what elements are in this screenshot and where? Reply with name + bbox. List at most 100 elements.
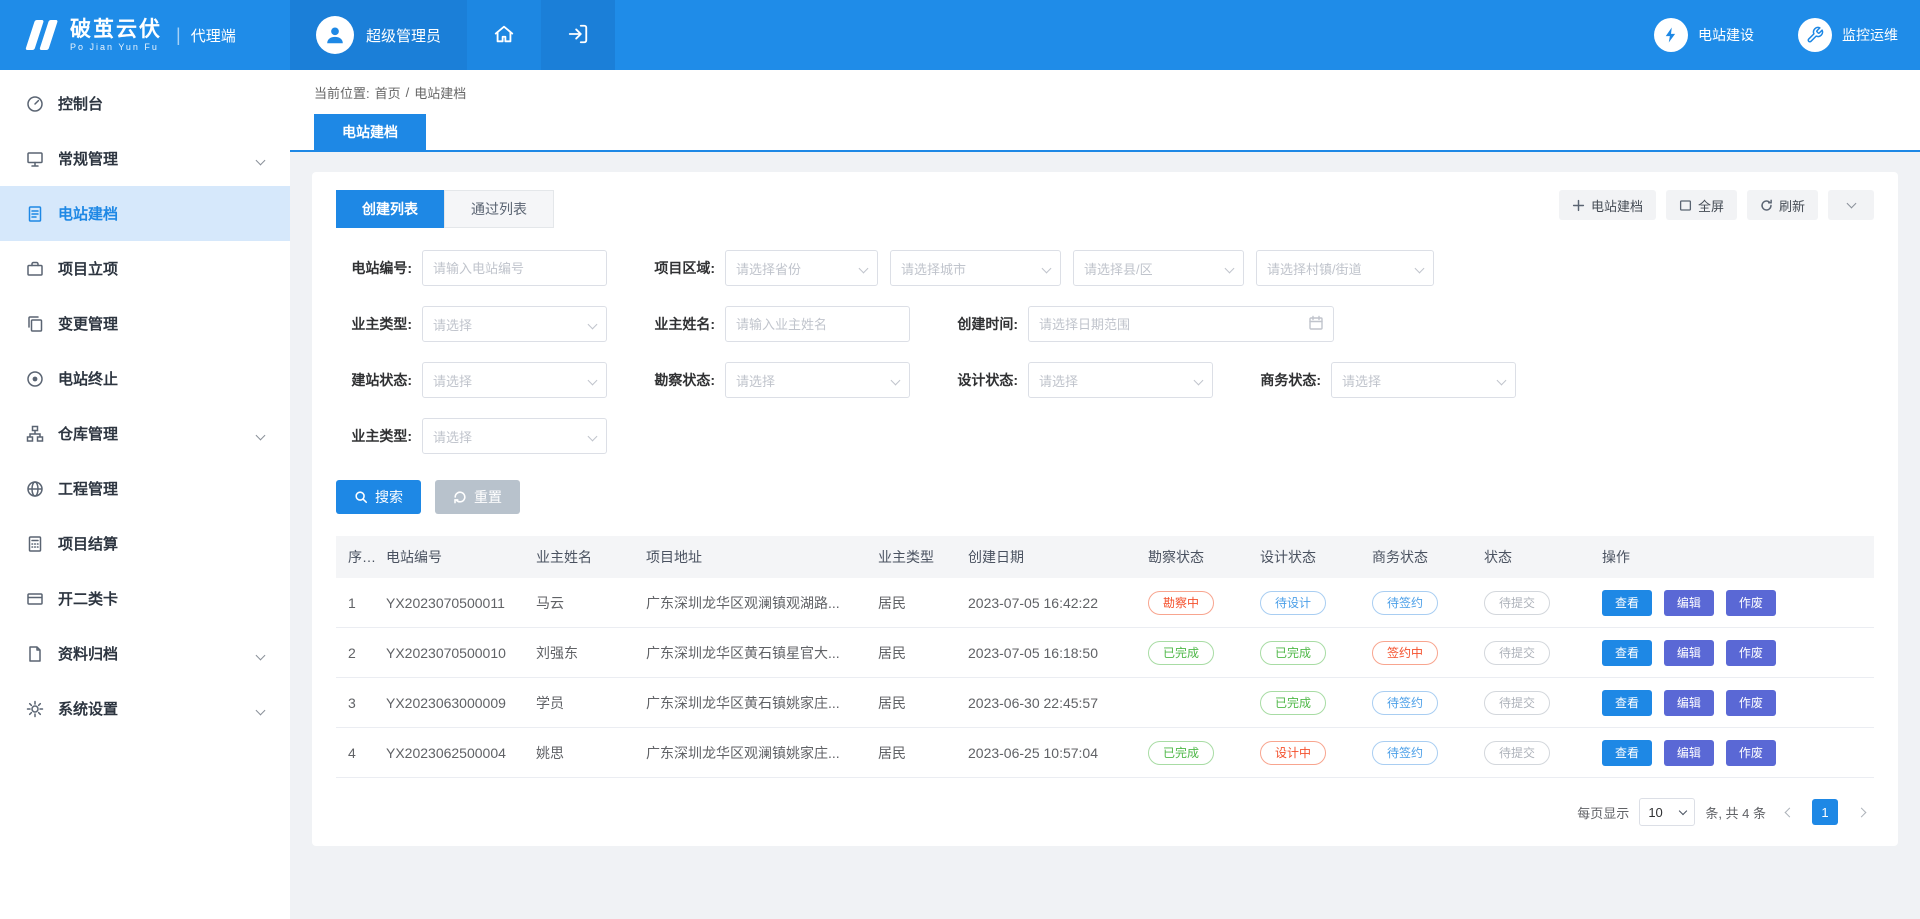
edit-button[interactable]: 编辑 (1664, 590, 1714, 616)
sidebar-item-project-initiation[interactable]: 项目立项 (0, 241, 290, 296)
create-station-button[interactable]: 电站建档 (1559, 190, 1656, 220)
chevron-down-icon (1415, 263, 1425, 273)
reset-icon (453, 490, 467, 504)
logout-button[interactable] (541, 0, 615, 70)
business-status-badge: 待签约 (1372, 691, 1438, 715)
pagination: 每页显示 10 条, 共 4 条 1 (336, 798, 1874, 826)
tab-create-list[interactable]: 创建列表 (336, 190, 444, 228)
table-row: 4 YX2023062500004 姚思 广东深圳龙华区观澜镇姚家庄... 居民… (336, 728, 1874, 778)
design-status-label: 设计状态: (942, 370, 1018, 390)
chevron-left-icon (1784, 807, 1794, 817)
nav-monitor-ops[interactable]: 监控运维 (1776, 0, 1920, 70)
view-button[interactable]: 查看 (1602, 590, 1652, 616)
sidebar-item-change-management[interactable]: 变更管理 (0, 296, 290, 351)
chevron-down-icon (1042, 263, 1052, 273)
void-button[interactable]: 作废 (1726, 640, 1776, 666)
owner-type2-label: 业主类型: (336, 426, 412, 446)
home-button[interactable] (467, 0, 541, 70)
owner-name-label: 业主姓名: (639, 314, 715, 334)
void-button[interactable]: 作废 (1726, 590, 1776, 616)
logo-icon (18, 17, 60, 53)
owner-type-select[interactable]: 请选择 (422, 306, 607, 342)
sidebar-item-engineering-management[interactable]: 工程管理 (0, 461, 290, 516)
avatar (316, 16, 354, 54)
view-button[interactable]: 查看 (1602, 640, 1652, 666)
build-status-select[interactable]: 请选择 (422, 362, 607, 398)
owner-type2-select[interactable]: 请选择 (422, 418, 607, 454)
next-page-button[interactable] (1848, 799, 1874, 825)
design-status-badge: 已完成 (1260, 641, 1326, 665)
design-status-badge: 设计中 (1260, 741, 1326, 765)
fullscreen-button[interactable]: 全屏 (1666, 190, 1737, 220)
province-select[interactable]: 请选择省份 (725, 250, 878, 286)
chevron-down-icon (588, 375, 598, 385)
refresh-button[interactable]: 刷新 (1747, 190, 1818, 220)
sidebar-item-general-management[interactable]: 常规管理 (0, 131, 290, 186)
status-badge: 待提交 (1484, 691, 1550, 715)
edit-button[interactable]: 编辑 (1664, 640, 1714, 666)
sidebar-item-station-filing[interactable]: 电站建档 (0, 186, 290, 241)
collapse-button[interactable] (1828, 190, 1874, 220)
chevron-down-icon (859, 263, 869, 273)
edit-button[interactable]: 编辑 (1664, 690, 1714, 716)
toolbar: 电站建档 全屏 刷新 (1559, 190, 1874, 220)
owner-name-input[interactable] (725, 306, 910, 342)
table-row: 1 YX2023070500011 马云 广东深圳龙华区观澜镇观湖路... 居民… (336, 578, 1874, 628)
sidebar-item-station-termination[interactable]: 电站终止 (0, 351, 290, 406)
chevron-down-icon (1679, 806, 1687, 814)
design-status-badge: 待设计 (1260, 591, 1326, 615)
sidebar-item-project-settlement[interactable]: 项目结算 (0, 516, 290, 571)
station-no-input[interactable] (422, 250, 607, 286)
breadcrumb-home-link[interactable]: 首页 (375, 83, 401, 102)
design-status-select[interactable]: 请选择 (1028, 362, 1213, 398)
page-tabs: 电站建档 (290, 114, 1920, 152)
per-page-select[interactable]: 10 (1639, 798, 1695, 826)
monitor-icon (26, 150, 44, 168)
void-button[interactable]: 作废 (1726, 690, 1776, 716)
sidebar-item-data-archive[interactable]: 资料归档 (0, 626, 290, 681)
tab-passed-list[interactable]: 通过列表 (444, 190, 554, 228)
county-select[interactable]: 请选择县/区 (1073, 250, 1244, 286)
breadcrumb: 当前位置: 首页 / 电站建档 (290, 70, 1920, 114)
void-button[interactable]: 作废 (1726, 740, 1776, 766)
breadcrumb-separator: / (406, 85, 410, 100)
target-icon (26, 370, 44, 388)
sidebar-item-card-opening[interactable]: 开二类卡 (0, 571, 290, 626)
calculator-icon (26, 535, 44, 553)
sidebar-item-console[interactable]: 控制台 (0, 76, 290, 131)
survey-status-badge: 已完成 (1148, 741, 1214, 765)
sidebar-item-system-settings[interactable]: 系统设置 (0, 681, 290, 736)
refresh-icon (1760, 199, 1773, 212)
status-badge: 待提交 (1484, 591, 1550, 615)
search-button[interactable]: 搜索 (336, 480, 421, 514)
chevron-down-icon (588, 319, 598, 329)
view-button[interactable]: 查看 (1602, 690, 1652, 716)
sidebar-item-warehouse-management[interactable]: 仓库管理 (0, 406, 290, 461)
page-1-button[interactable]: 1 (1812, 799, 1838, 825)
table-row: 3 YX2023063000009 学员 广东深圳龙华区黄石镇姚家庄... 居民… (336, 678, 1874, 728)
logo-divider: | (176, 25, 181, 46)
business-status-select[interactable]: 请选择 (1331, 362, 1516, 398)
chevron-down-icon (1225, 263, 1235, 273)
survey-status-select[interactable]: 请选择 (725, 362, 910, 398)
logo: 破茧云伏 Po Jian Yun Fu | 代理端 (0, 0, 290, 70)
filter-form: 电站编号: 项目区域: 请选择省份 请选择城市 请选择县/区 请选择村镇/街道 (336, 250, 1874, 454)
city-select[interactable]: 请选择城市 (890, 250, 1061, 286)
date-range-input[interactable] (1028, 306, 1334, 342)
business-status-badge: 签约中 (1372, 641, 1438, 665)
plus-icon (1572, 199, 1585, 212)
lightning-icon (1654, 18, 1688, 52)
nav-station-build[interactable]: 电站建设 (1632, 0, 1776, 70)
town-select[interactable]: 请选择村镇/街道 (1256, 250, 1434, 286)
user-menu[interactable]: 超级管理员 (290, 0, 467, 70)
business-status-badge: 待签约 (1372, 741, 1438, 765)
edit-button[interactable]: 编辑 (1664, 740, 1714, 766)
prev-page-button[interactable] (1776, 799, 1802, 825)
business-status-label: 商务状态: (1245, 370, 1321, 390)
tab-station-filing[interactable]: 电站建档 (314, 114, 426, 150)
reset-button[interactable]: 重置 (435, 480, 520, 514)
calendar-icon (1308, 315, 1324, 334)
view-button[interactable]: 查看 (1602, 740, 1652, 766)
logo-tag: 代理端 (191, 25, 236, 46)
total-count-label: 条, 共 4 条 (1705, 803, 1766, 822)
